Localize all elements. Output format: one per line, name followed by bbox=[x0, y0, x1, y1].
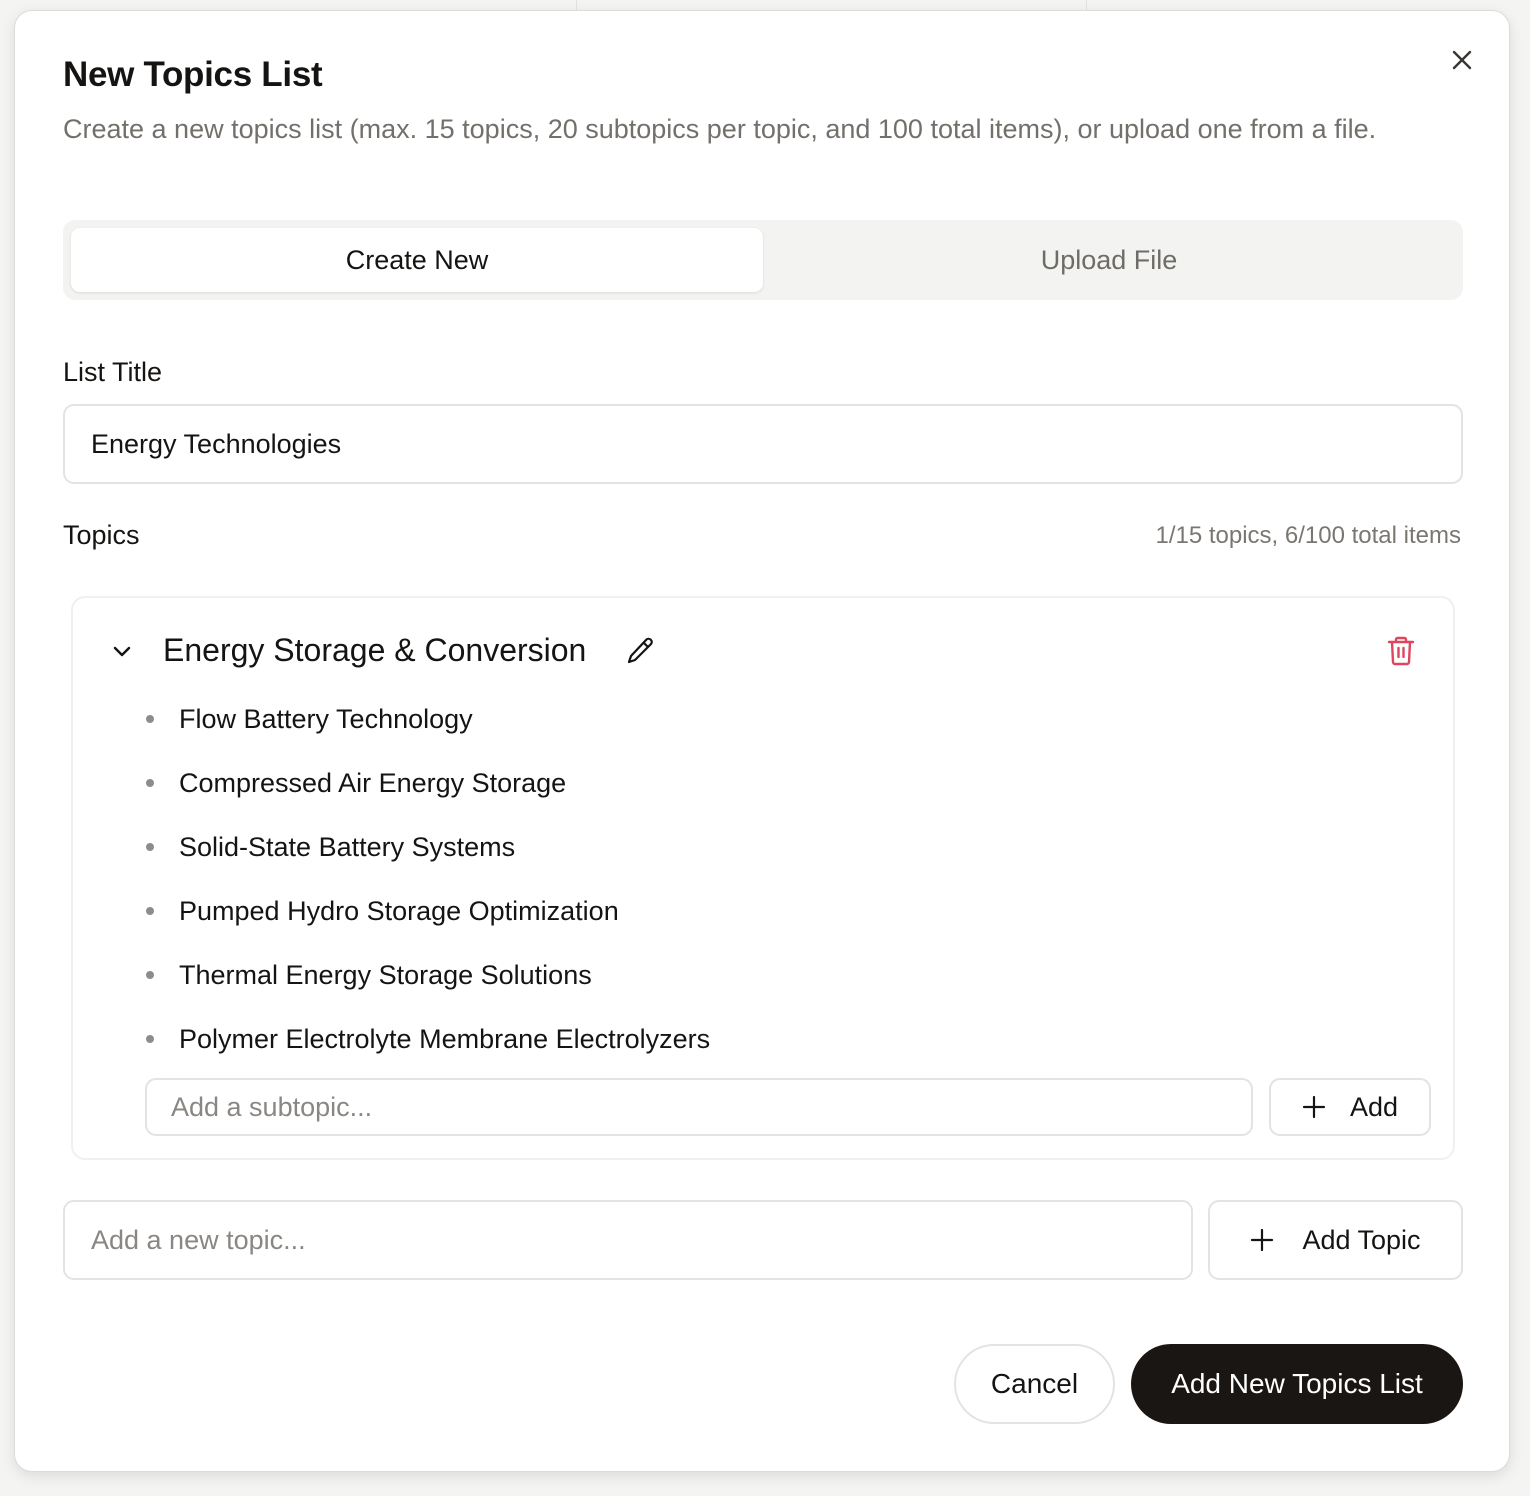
subtopic-item: Polymer Electrolyte Membrane Electrolyze… bbox=[143, 1019, 710, 1059]
new-topics-list-dialog: New Topics List Create a new topics list… bbox=[14, 10, 1510, 1472]
trash-icon bbox=[1387, 636, 1415, 666]
subtopic-item: Pumped Hydro Storage Optimization bbox=[143, 891, 619, 931]
add-topic-label: Add Topic bbox=[1302, 1224, 1421, 1255]
topics-label: Topics bbox=[63, 520, 140, 550]
add-subtopic-label: Add bbox=[1349, 1091, 1399, 1122]
add-topic-button[interactable]: Add Topic bbox=[1208, 1200, 1463, 1280]
topic-name: Energy Storage & Conversion bbox=[163, 632, 587, 668]
bullet bbox=[146, 907, 154, 915]
plus-icon bbox=[1302, 1095, 1326, 1119]
list-title-label: List Title bbox=[63, 357, 163, 387]
edit-topic-button[interactable] bbox=[623, 633, 659, 669]
new-topic-input[interactable] bbox=[63, 1200, 1193, 1280]
bullet bbox=[146, 971, 154, 979]
bullet bbox=[146, 715, 154, 723]
dialog-description: Create a new topics list (max. 15 topics… bbox=[63, 114, 1377, 144]
bullet bbox=[146, 843, 154, 851]
dialog-title: New Topics List bbox=[63, 55, 323, 94]
mode-tabs: Create New Upload File bbox=[63, 220, 1463, 300]
pencil-icon bbox=[627, 637, 653, 664]
plus-icon bbox=[1251, 1228, 1274, 1252]
subtopic-label: Compressed Air Energy Storage bbox=[179, 767, 567, 798]
list-title-input[interactable] bbox=[63, 404, 1463, 484]
bullet bbox=[146, 1035, 154, 1043]
tab-create-new[interactable]: Create New bbox=[71, 228, 763, 292]
tab-upload-file[interactable]: Upload File bbox=[763, 228, 1455, 292]
close-button[interactable] bbox=[1447, 45, 1477, 75]
subtopic-label: Polymer Electrolyte Membrane Electrolyze… bbox=[179, 1023, 711, 1054]
topics-count: 1/15 topics, 6/100 total items bbox=[1155, 522, 1461, 549]
add-subtopic-button[interactable]: Add bbox=[1269, 1078, 1431, 1136]
chevron-down-icon bbox=[113, 646, 131, 657]
close-icon bbox=[1452, 50, 1472, 70]
delete-topic-button[interactable] bbox=[1383, 633, 1419, 669]
subtopic-label: Thermal Energy Storage Solutions bbox=[179, 959, 592, 990]
cancel-button[interactable]: Cancel bbox=[954, 1344, 1115, 1424]
subtopic-item: Compressed Air Energy Storage bbox=[143, 763, 566, 803]
subtopic-item: Thermal Energy Storage Solutions bbox=[143, 955, 592, 995]
subtopic-label: Flow Battery Technology bbox=[179, 703, 473, 734]
add-new-topics-list-button[interactable]: Add New Topics List bbox=[1131, 1344, 1463, 1424]
collapse-toggle[interactable] bbox=[107, 636, 137, 666]
subtopic-label: Solid-State Battery Systems bbox=[179, 831, 516, 862]
subtopic-label: Pumped Hydro Storage Optimization bbox=[179, 895, 619, 926]
subtopic-item: Solid-State Battery Systems bbox=[143, 827, 515, 867]
bullet bbox=[146, 779, 154, 787]
topic-card: Energy Storage & Conversion Flow Battery… bbox=[71, 596, 1455, 1160]
subtopic-item: Flow Battery Technology bbox=[143, 699, 473, 739]
subtopic-input[interactable] bbox=[145, 1078, 1253, 1136]
